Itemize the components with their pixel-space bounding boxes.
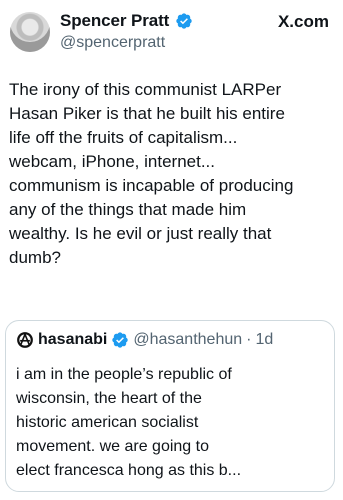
quoted-verified-icon bbox=[111, 331, 129, 349]
meta-separator: · bbox=[246, 331, 252, 348]
quoted-timestamp[interactable]: 1d bbox=[255, 331, 273, 349]
quoted-author-handle[interactable]: @hasanthehun bbox=[133, 331, 242, 349]
quoted-tweet-header: hasanabi @hasanthehun · 1d bbox=[16, 331, 273, 349]
author-name-row: Spencer Pratt bbox=[60, 11, 193, 31]
verified-icon bbox=[175, 12, 193, 30]
brand-label: X.com bbox=[278, 12, 329, 32]
quoted-tweet-card[interactable]: hasanabi @hasanthehun · 1d i am in the p… bbox=[5, 320, 335, 492]
author-handle[interactable]: @spencerpratt bbox=[60, 34, 165, 52]
quoted-author-name[interactable]: hasanabi bbox=[38, 331, 107, 349]
tweet-header: Spencer Pratt @spencerpratt X.com bbox=[8, 4, 335, 58]
author-avatar[interactable] bbox=[10, 12, 50, 52]
brand-text: X.com bbox=[277, 12, 329, 31]
anarchist-symbol-icon bbox=[16, 331, 34, 349]
quoted-tweet-text: i am in the people’s republic of wiscons… bbox=[16, 366, 242, 479]
author-name[interactable]: Spencer Pratt bbox=[60, 11, 169, 31]
tweet-text: The irony of this communist LARPer Hasan… bbox=[9, 80, 294, 267]
